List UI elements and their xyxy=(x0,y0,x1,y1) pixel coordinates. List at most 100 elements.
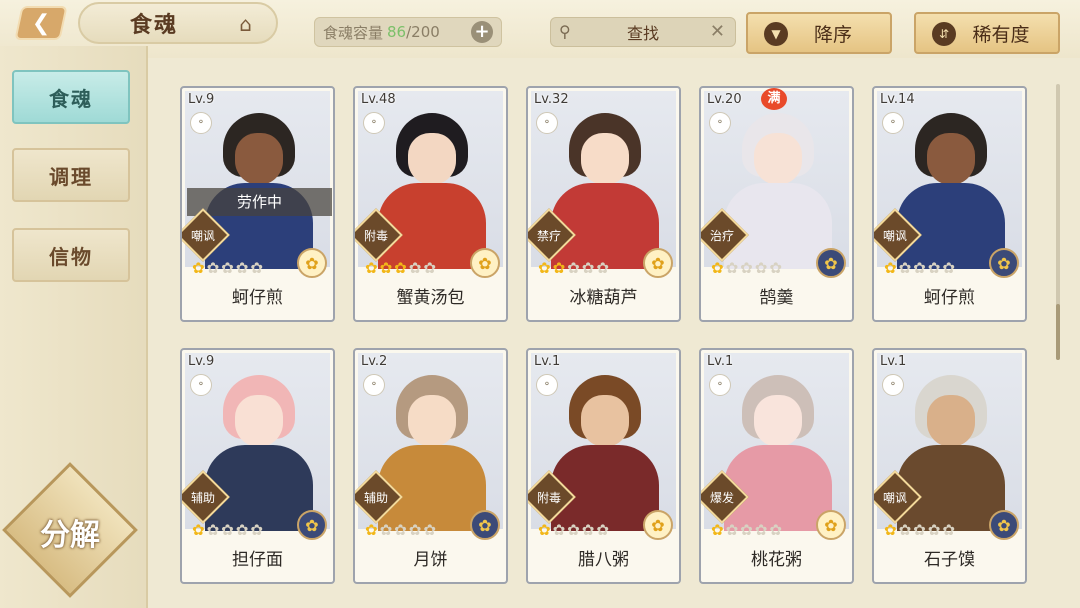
star-icon: ✿ xyxy=(538,521,551,539)
food-soul-name: 鹄羹 xyxy=(759,288,794,308)
tab-food-souls[interactable]: 食魂 xyxy=(12,70,130,124)
level-label: Lv.14 xyxy=(880,92,915,107)
food-soul-card[interactable]: Lv.14 ⚬ 嘲讽 ✿ ✿ ✿ ✿ ✿ ✿ 蚵仔煎 xyxy=(872,86,1027,322)
star-icon: ✿ xyxy=(769,521,782,539)
star-icon: ✿ xyxy=(754,259,768,277)
level-label: Lv.48 xyxy=(361,92,396,107)
sort-toggle-icon: ⇵ xyxy=(932,22,956,46)
sort-down-icon: ▼ xyxy=(764,22,788,46)
search-input[interactable]: ⚲ 查找 ✕ xyxy=(550,17,736,47)
food-soul-name: 冰糖葫芦 xyxy=(569,288,638,308)
level-label: Lv.2 xyxy=(361,354,388,369)
tab-training[interactable]: 调理 xyxy=(12,148,130,202)
star-icon: ✿ xyxy=(942,521,955,539)
star-rating: ✿ ✿ ✿ ✿ ✿ xyxy=(192,260,263,276)
rarity-flower-icon: ✿ xyxy=(297,510,327,540)
food-soul-card[interactable]: Lv.9 ⚬ 辅助 ✿ ✿ ✿ ✿ ✿ ✿ 担仔面 xyxy=(180,348,335,584)
portrait-face xyxy=(235,133,283,185)
status-working: 劳作中 xyxy=(187,188,332,216)
star-icon: ✿ xyxy=(927,521,941,539)
rarity-flower-icon: ✿ xyxy=(816,248,846,278)
back-button[interactable]: ❮ xyxy=(14,6,68,40)
portrait-face xyxy=(754,133,802,185)
add-capacity-button[interactable]: + xyxy=(471,21,493,43)
role-label: 治疗 xyxy=(709,229,734,243)
star-icon: ✿ xyxy=(740,259,753,277)
star-icon: ✿ xyxy=(192,521,205,539)
star-icon: ✿ xyxy=(913,259,926,277)
rarity-flower-icon: ✿ xyxy=(989,248,1019,278)
decompose-label[interactable]: 分解 xyxy=(22,510,118,554)
star-icon: ✿ xyxy=(927,259,941,277)
star-rating: ✿ ✿ ✿ ✿ ✿ xyxy=(538,260,609,276)
star-icon: ✿ xyxy=(711,259,724,277)
portrait-face xyxy=(927,133,975,185)
star-icon: ✿ xyxy=(538,259,551,277)
tab-label: 食魂 xyxy=(49,86,93,111)
food-soul-name: 担仔面 xyxy=(232,550,283,570)
food-soul-card[interactable]: Lv.48 ⚬ 附毒 ✿ ✿ ✿ ✿ ✿ ✿ 蟹黄汤包 xyxy=(353,86,508,322)
role-label: 嘲讽 xyxy=(882,491,907,505)
star-icon: ✿ xyxy=(235,259,249,277)
role-label: 爆发 xyxy=(709,491,734,505)
clear-search-icon[interactable]: ✕ xyxy=(710,21,725,42)
sort-rarity-label: 稀有度 xyxy=(972,23,1030,46)
sort-order-button[interactable]: ▼ 降序 xyxy=(746,12,892,54)
star-icon: ✿ xyxy=(221,521,234,539)
soup-bowl-icon: ⚬ xyxy=(536,374,558,396)
portrait-face xyxy=(754,395,802,447)
soup-bowl-icon: ⚬ xyxy=(363,374,385,396)
portrait-face xyxy=(235,395,283,447)
tab-tokens[interactable]: 信物 xyxy=(12,228,130,282)
level-label: Lv.1 xyxy=(707,354,734,369)
role-label: 嘲讽 xyxy=(882,229,907,243)
star-icon: ✿ xyxy=(913,521,926,539)
scrollbar-thumb[interactable] xyxy=(1056,304,1060,360)
search-placeholder: 查找 xyxy=(626,24,659,43)
food-soul-name: 蚵仔煎 xyxy=(232,288,283,308)
food-soul-name: 蚵仔煎 xyxy=(924,288,975,308)
title-plate: 食魂 ⌂ xyxy=(78,2,278,44)
food-soul-card[interactable]: Lv.2 ⚬ 辅助 ✿ ✿ ✿ ✿ ✿ ✿ 月饼 xyxy=(353,348,508,584)
capacity-max: /200 xyxy=(406,23,440,41)
star-icon: ✿ xyxy=(423,259,436,277)
capacity-current: 86 xyxy=(387,23,407,41)
tab-label: 调理 xyxy=(49,164,93,189)
star-icon: ✿ xyxy=(596,259,609,277)
star-icon: ✿ xyxy=(552,259,566,277)
star-icon: ✿ xyxy=(206,521,220,539)
star-rating: ✿ ✿ ✿ ✿ ✿ xyxy=(884,260,955,276)
star-rating: ✿ ✿ ✿ ✿ ✿ xyxy=(365,260,436,276)
star-icon: ✿ xyxy=(379,521,393,539)
food-soul-card[interactable]: Lv.1 ⚬ 爆发 ✿ ✿ ✿ ✿ ✿ ✿ 桃花粥 xyxy=(699,348,854,584)
food-soul-card[interactable]: Lv.20 ⚬ 满 治疗 ✿ ✿ ✿ ✿ ✿ ✿ 鹄羹 xyxy=(699,86,854,322)
soup-bowl-icon: ⚬ xyxy=(190,112,212,134)
role-label: 嘲讽 xyxy=(190,229,215,243)
page-title: 食魂 xyxy=(130,13,179,38)
food-soul-name: 腊八粥 xyxy=(578,550,629,570)
food-soul-grid: Lv.9 ⚬ 劳作中 嘲讽 ✿ ✿ ✿ ✿ ✿ ✿ 蚵仔煎 Lv.48 ⚬ 附毒 ✿ ✿ ✿… xyxy=(180,86,1027,584)
star-icon: ✿ xyxy=(769,259,782,277)
portrait-face xyxy=(581,395,629,447)
portrait-face xyxy=(927,395,975,447)
star-icon: ✿ xyxy=(408,521,422,539)
star-icon: ✿ xyxy=(740,521,753,539)
scrollbar[interactable] xyxy=(1056,84,1060,360)
food-soul-card[interactable]: Lv.32 ⚬ 禁疗 ✿ ✿ ✿ ✿ ✿ ✿ 冰糖葫芦 xyxy=(526,86,681,322)
star-icon: ✿ xyxy=(942,259,955,277)
level-label: Lv.1 xyxy=(880,354,907,369)
star-icon: ✿ xyxy=(567,259,580,277)
soup-bowl-icon: ⚬ xyxy=(882,112,904,134)
rarity-flower-icon: ✿ xyxy=(643,510,673,540)
soup-bowl-icon: ⚬ xyxy=(190,374,212,396)
food-soul-card[interactable]: Lv.9 ⚬ 劳作中 嘲讽 ✿ ✿ ✿ ✿ ✿ ✿ 蚵仔煎 xyxy=(180,86,335,322)
level-label: Lv.20 xyxy=(707,92,742,107)
food-soul-card[interactable]: Lv.1 ⚬ 附毒 ✿ ✿ ✿ ✿ ✿ ✿ 腊八粥 xyxy=(526,348,681,584)
star-rating: ✿ ✿ ✿ ✿ ✿ xyxy=(192,522,263,538)
star-icon: ✿ xyxy=(394,521,407,539)
soup-bowl-icon: ⚬ xyxy=(363,112,385,134)
pavilion-icon[interactable]: ⌂ xyxy=(239,12,252,36)
food-soul-card[interactable]: Lv.1 ⚬ 嘲讽 ✿ ✿ ✿ ✿ ✿ ✿ 石子馍 xyxy=(872,348,1027,584)
sort-rarity-button[interactable]: ⇵ 稀有度 xyxy=(914,12,1060,54)
star-rating: ✿ ✿ ✿ ✿ ✿ xyxy=(365,522,436,538)
